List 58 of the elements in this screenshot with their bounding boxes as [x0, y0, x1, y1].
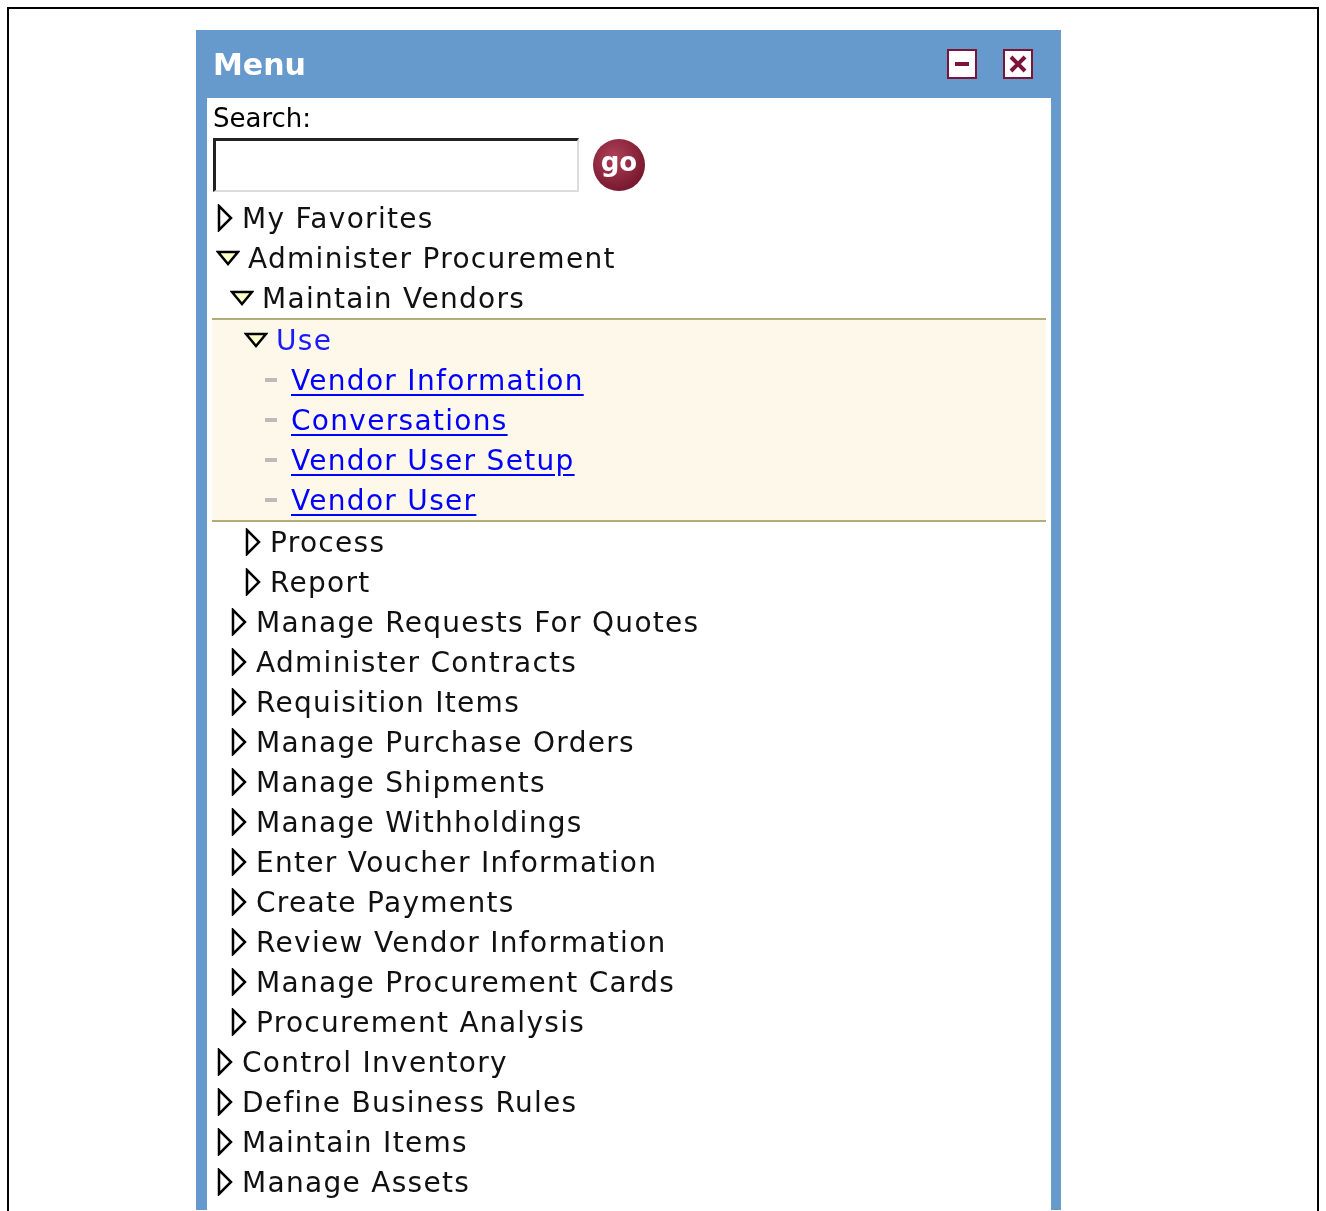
caret-right-icon[interactable]: [216, 1048, 234, 1076]
menu-link[interactable]: Vendor User Setup: [291, 443, 575, 477]
menu-folder[interactable]: Control Inventory: [242, 1045, 508, 1079]
caret-right-icon[interactable]: [216, 204, 234, 232]
menu-folder[interactable]: Maintain Vendors: [262, 281, 526, 315]
menu-folder[interactable]: Procurement Analysis: [256, 1005, 586, 1039]
menu-folder[interactable]: Report: [270, 565, 371, 599]
search-label: Search:: [212, 102, 312, 134]
dash-icon: [265, 458, 277, 462]
caret-right-icon[interactable]: [216, 1128, 234, 1156]
caret-right-icon[interactable]: [230, 848, 248, 876]
menu-folder[interactable]: Manage Assets: [242, 1165, 471, 1199]
menu-folder[interactable]: Maintain Items: [242, 1125, 468, 1159]
menu-folder[interactable]: Manage Withholdings: [256, 805, 583, 839]
menu-link[interactable]: Vendor User: [291, 483, 477, 517]
menu-folder[interactable]: Enter Voucher Information: [256, 845, 658, 879]
minimize-button[interactable]: [947, 49, 977, 79]
caret-right-icon[interactable]: [230, 928, 248, 956]
menu-folder[interactable]: Administer Procurement: [248, 241, 616, 275]
caret-right-icon[interactable]: [216, 1168, 234, 1196]
close-icon: [1008, 54, 1028, 74]
dash-icon: [265, 418, 277, 422]
minus-icon: [955, 62, 969, 66]
menu-folder[interactable]: Administer Contracts: [256, 645, 578, 679]
menu-folder[interactable]: Manage Shipments: [256, 765, 546, 799]
menu-folder[interactable]: Manage Requests For Quotes: [256, 605, 700, 639]
caret-right-icon[interactable]: [244, 528, 262, 556]
caret-down-icon[interactable]: [216, 250, 240, 266]
caret-down-icon[interactable]: [230, 290, 254, 306]
menu-folder[interactable]: Manage Purchase Orders: [256, 725, 635, 759]
menu-folder[interactable]: Use: [276, 323, 333, 357]
caret-right-icon[interactable]: [230, 968, 248, 996]
menu-link[interactable]: Conversations: [291, 403, 508, 437]
caret-right-icon[interactable]: [230, 808, 248, 836]
caret-right-icon[interactable]: [216, 1088, 234, 1116]
caret-right-icon[interactable]: [230, 648, 248, 676]
dash-icon: [265, 498, 277, 502]
close-button[interactable]: [1003, 49, 1033, 79]
search-field[interactable]: [213, 138, 579, 192]
caret-right-icon[interactable]: [230, 768, 248, 796]
caret-right-icon[interactable]: [244, 568, 262, 596]
caret-right-icon[interactable]: [230, 608, 248, 636]
menu-link[interactable]: Vendor Information: [291, 363, 584, 397]
menu-folder[interactable]: Define Business Rules: [242, 1085, 578, 1119]
caret-down-icon[interactable]: [244, 332, 268, 348]
panel-title: Menu: [213, 46, 307, 82]
dash-icon: [265, 378, 277, 382]
menu-folder[interactable]: Review Vendor Information: [256, 925, 667, 959]
menu-folder[interactable]: Create Payments: [256, 885, 515, 919]
caret-right-icon[interactable]: [230, 688, 248, 716]
caret-right-icon[interactable]: [230, 1008, 248, 1036]
go-button[interactable]: go: [593, 139, 645, 191]
menu-folder[interactable]: My Favorites: [242, 201, 434, 235]
caret-right-icon[interactable]: [230, 728, 248, 756]
menu-folder[interactable]: Process: [270, 525, 386, 559]
menu-folder[interactable]: Requisition Items: [256, 685, 521, 719]
menu-folder[interactable]: Manage Procurement Cards: [256, 965, 676, 999]
caret-right-icon[interactable]: [230, 888, 248, 916]
